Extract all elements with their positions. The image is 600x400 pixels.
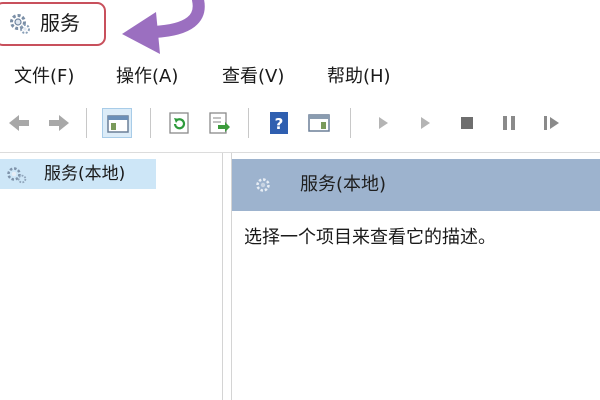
back-button[interactable]	[4, 108, 34, 138]
menu-bar: 文件(F) 操作(A) 查看(V) 帮助(H)	[0, 60, 600, 94]
start-service-button[interactable]	[368, 108, 398, 138]
gear-icon	[8, 12, 32, 36]
export-list-button[interactable]	[204, 108, 234, 138]
resume-service-button[interactable]	[536, 108, 566, 138]
detail-header-title: 服务(本地)	[300, 174, 387, 195]
title-bar: 服务	[0, 0, 600, 54]
main-content: 服务(本地) 服务(本地) 选择一个项目来查看它的描述。	[0, 152, 600, 400]
gear-icon	[6, 166, 28, 184]
refresh-button[interactable]	[164, 108, 194, 138]
gear-icon	[254, 175, 276, 195]
window-title: 服务	[40, 11, 80, 35]
menu-file[interactable]: 文件(F)	[14, 64, 74, 90]
toolbar-separator	[350, 108, 351, 138]
detail-pane: 服务(本地) 选择一个项目来查看它的描述。	[232, 153, 600, 400]
menu-help[interactable]: 帮助(H)	[327, 64, 391, 90]
help-button[interactable]: ?	[264, 108, 294, 138]
toolbar-separator	[86, 108, 87, 138]
show-hide-console-tree-button[interactable]	[102, 108, 132, 138]
tree-node-services-local[interactable]: 服务(本地)	[0, 159, 156, 189]
start-service-alt-button[interactable]	[410, 108, 440, 138]
pause-service-button[interactable]	[494, 108, 524, 138]
toolbar-separator	[150, 108, 151, 138]
svg-text:?: ?	[275, 115, 284, 133]
show-hide-action-pane-button[interactable]	[304, 108, 334, 138]
menu-action[interactable]: 操作(A)	[116, 64, 178, 90]
console-tree-pane: 服务(本地)	[0, 153, 222, 400]
forward-button[interactable]	[44, 108, 74, 138]
menu-view[interactable]: 查看(V)	[222, 64, 284, 90]
detail-description: 选择一个项目来查看它的描述。	[244, 227, 496, 248]
toolbar-separator	[248, 108, 249, 138]
tree-node-label: 服务(本地)	[44, 164, 126, 184]
stop-service-button[interactable]	[452, 108, 482, 138]
toolbar: ?	[0, 100, 600, 144]
pane-splitter[interactable]	[222, 153, 232, 400]
detail-header: 服务(本地)	[232, 159, 600, 211]
annotation-arrow-icon	[110, 0, 220, 56]
